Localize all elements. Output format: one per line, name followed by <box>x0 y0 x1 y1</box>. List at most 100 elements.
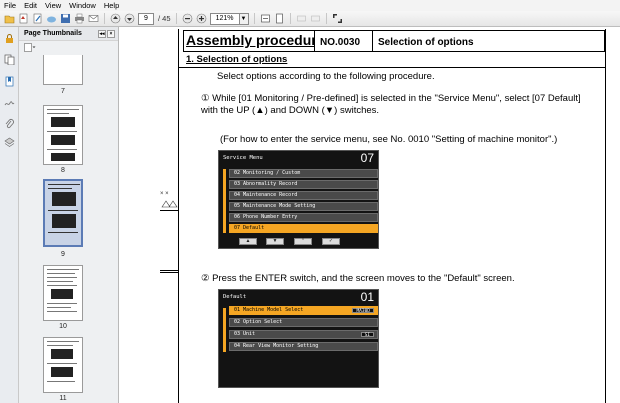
page-border-left <box>178 29 179 403</box>
thumbnail-page-selected[interactable] <box>43 179 83 247</box>
divider <box>178 67 605 68</box>
intro-text: Select options according to the followin… <box>217 71 435 82</box>
document-page: Assembly procedur NO.0030 Selection of o… <box>120 27 620 403</box>
menu-view[interactable]: View <box>45 1 61 10</box>
option-value: MA30D <box>352 308 374 314</box>
option-label: 02 Option Select <box>234 319 283 325</box>
page-subtitle: Selection of options <box>378 37 474 48</box>
toolbar: 9 / 45 121% ▼ <box>0 11 620 27</box>
menu-row: 06 Phone Number Entry <box>229 213 378 222</box>
fit-page-icon[interactable] <box>274 13 285 24</box>
option-row-selected: 01 Machine Model Select MA30D <box>229 306 378 315</box>
thumbnail-page[interactable] <box>43 337 83 393</box>
rotate-icon <box>296 13 307 24</box>
highlight-icon <box>310 13 321 24</box>
menu-row: 03 Abnormality Record <box>229 180 378 189</box>
option-row: 03 Unit SI <box>229 330 378 339</box>
page-border-right <box>605 29 606 403</box>
menu-row: 04 Maintenance Record <box>229 191 378 200</box>
navigation-rail <box>0 27 19 403</box>
cloud-icon[interactable] <box>46 13 57 24</box>
menu-window[interactable]: Window <box>69 1 96 10</box>
section-heading: 1. Selection of options <box>186 54 288 65</box>
step-1-text: ① While [01 Monitoring / Pre-defined] is… <box>201 93 581 104</box>
margin-line <box>160 270 178 271</box>
option-label: 04 Rear View Monitor Setting <box>234 343 319 349</box>
screen-number: 01 <box>360 290 374 304</box>
option-label: 01 Machine Model Select <box>234 307 304 313</box>
menu-row: 05 Maintenance Mode Setting <box>229 202 378 211</box>
menu-file[interactable]: File <box>4 1 16 10</box>
edit-icon[interactable] <box>32 13 43 24</box>
email-icon[interactable] <box>88 13 99 24</box>
title-block: Assembly procedur NO.0030 Selection of o… <box>183 30 605 52</box>
menu-bar: File Edit View Window Help <box>0 0 620 11</box>
enter-check-icon: ✓ <box>322 238 340 245</box>
save-icon[interactable] <box>60 13 71 24</box>
thumbnail-label: 10 <box>59 323 67 330</box>
menu-edit[interactable]: Edit <box>24 1 37 10</box>
toolbar-separator <box>175 13 177 24</box>
zoom-in-icon[interactable] <box>196 13 207 24</box>
fit-width-icon[interactable] <box>260 13 271 24</box>
zoom-out-icon[interactable] <box>182 13 193 24</box>
screen-header: Service Menu 07 <box>219 151 378 165</box>
toolbar-separator <box>289 13 291 24</box>
margin-line <box>160 210 178 211</box>
thumbnail-label: 8 <box>61 167 65 174</box>
open-icon[interactable] <box>4 13 15 24</box>
thumbnail-label: 11 <box>59 395 67 402</box>
options-icon[interactable] <box>24 42 36 52</box>
reference-note: (For how to enter the service menu, see … <box>220 134 558 145</box>
toolbar-separator <box>325 13 327 24</box>
panel-header: Page Thumbnails ◂◂ × <box>19 27 118 41</box>
lock-icon[interactable] <box>4 33 15 44</box>
create-pdf-icon[interactable] <box>18 13 29 24</box>
panel-tools <box>19 41 118 53</box>
chevron-down-icon[interactable]: ▼ <box>239 12 249 25</box>
back-icon: ⌃ <box>294 238 312 245</box>
revision-marks-text: × × <box>160 191 169 197</box>
menu-row: 02 Monitoring / Custom <box>229 169 378 178</box>
toolbar-separator <box>253 13 255 24</box>
panel-title: Page Thumbnails <box>24 30 82 37</box>
fullscreen-icon[interactable] <box>332 13 343 24</box>
page-title: Assembly procedur <box>184 31 315 51</box>
thumbnail-page[interactable] <box>43 55 83 85</box>
down-arrow-icon: ▼ <box>266 238 284 245</box>
layers-icon[interactable] <box>4 137 15 148</box>
thumbnail-label: 7 <box>61 88 65 95</box>
thumbnails-panel: Page Thumbnails ◂◂ × 7 8 9 10 11 <box>19 27 133 403</box>
page-total: / 45 <box>158 14 171 23</box>
attachments-icon[interactable] <box>4 118 15 129</box>
revision-marks: × × <box>160 191 178 209</box>
toolbar-separator <box>104 13 105 24</box>
zoom-input[interactable]: 121% <box>209 12 240 25</box>
page-number-input[interactable]: 9 <box>138 12 154 25</box>
collapse-icon[interactable]: ◂◂ <box>98 29 106 38</box>
thumbnail-label: 9 <box>61 251 65 258</box>
option-row: 04 Rear View Monitor Setting <box>229 342 378 351</box>
screen-title: Service Menu <box>223 155 263 161</box>
screen-header: Default 01 <box>219 290 378 304</box>
previous-page-icon[interactable] <box>110 13 121 24</box>
menu-row-selected: 07 Default <box>229 224 378 233</box>
screen-title: Default <box>223 294 247 300</box>
menu-help[interactable]: Help <box>104 1 119 10</box>
bookmarks-icon[interactable] <box>4 76 15 87</box>
screen-scroll-indicator <box>223 308 226 352</box>
default-screen: Default 01 01 Machine Model Select MA30D… <box>218 289 379 388</box>
thumbnail-list: 7 8 9 10 11 <box>19 55 107 403</box>
close-icon[interactable]: × <box>107 29 115 38</box>
option-row: 02 Option Select <box>229 318 378 327</box>
pages-icon[interactable] <box>4 54 15 66</box>
print-icon[interactable] <box>74 13 85 24</box>
thumbnail-page[interactable] <box>43 265 83 321</box>
signatures-icon[interactable] <box>4 97 15 108</box>
next-page-icon[interactable] <box>124 13 135 24</box>
screen-number: 07 <box>360 151 374 165</box>
screen-scroll-indicator <box>223 169 226 233</box>
thumbnail-page[interactable] <box>43 105 83 165</box>
option-label: 03 Unit <box>234 331 256 337</box>
up-arrow-icon: ▲ <box>239 238 257 245</box>
